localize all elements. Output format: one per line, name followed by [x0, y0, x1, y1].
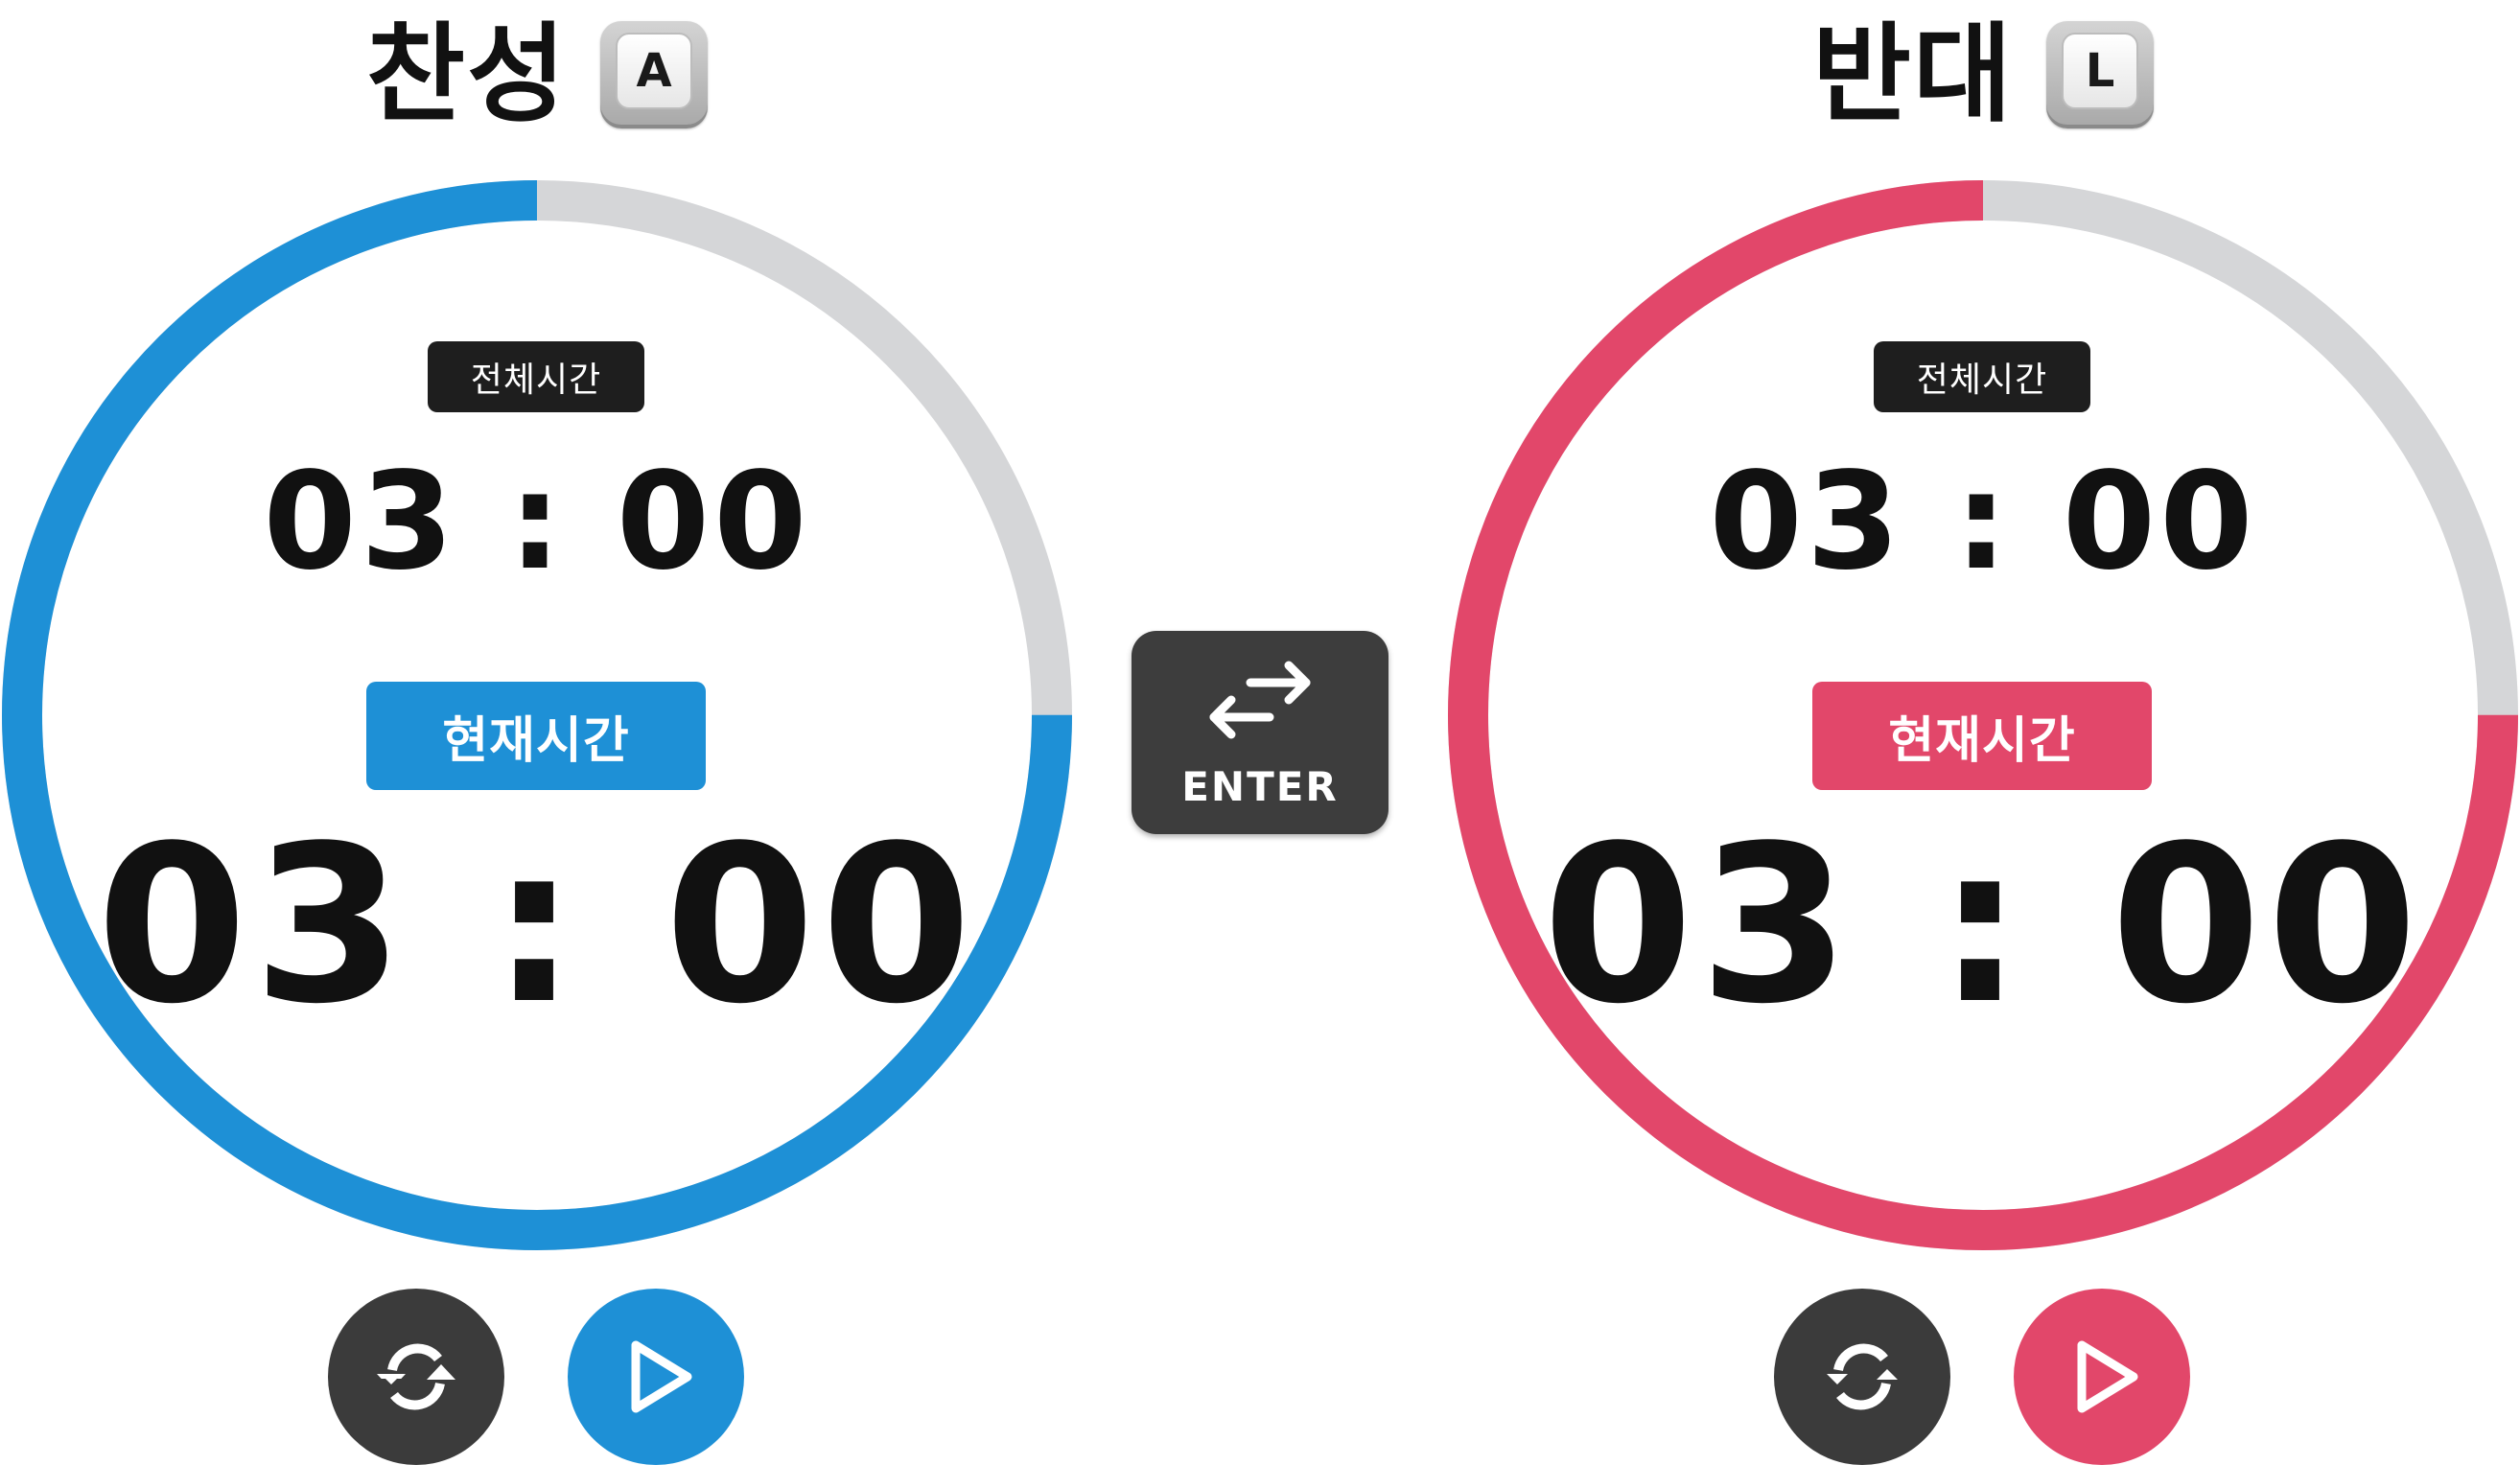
- con-reset-button[interactable]: [1774, 1289, 1950, 1465]
- con-total-time-label: 전체시간: [1874, 341, 2090, 412]
- con-current-time-value: 03 : 00: [1542, 800, 2424, 1052]
- pro-play-button[interactable]: [568, 1289, 744, 1465]
- con-heading: 반대 L: [1446, 8, 2520, 142]
- pro-total-time-label: 전체시간: [428, 341, 644, 412]
- pro-hotkey-label: A: [616, 33, 693, 109]
- con-title: 반대: [1811, 12, 2015, 137]
- play-icon: [631, 1340, 692, 1413]
- pro-current-time-value: 03 : 00: [96, 800, 978, 1052]
- con-play-button[interactable]: [2014, 1289, 2190, 1465]
- con-hotkey-keycap: L: [2046, 21, 2155, 128]
- swap-enter-button[interactable]: ENTER: [1132, 631, 1388, 834]
- pro-current-time-label: 현재시간: [366, 682, 706, 790]
- con-current-time-label: 현재시간: [1812, 682, 2152, 790]
- play-icon: [2077, 1340, 2138, 1413]
- refresh-icon: [1827, 1343, 1898, 1410]
- con-total-time-value: 03 : 00: [1709, 444, 2257, 600]
- pro-heading: 찬성 A: [0, 8, 1074, 142]
- pro-total-time-value: 03 : 00: [263, 444, 811, 600]
- pro-hotkey-keycap: A: [600, 21, 709, 128]
- refresh-icon: [377, 1343, 455, 1410]
- con-hotkey-label: L: [2062, 33, 2139, 109]
- pro-title: 찬성: [365, 12, 569, 137]
- swap-arrows-icon: [1209, 661, 1311, 739]
- con-panel: 반대 L 전체시간 03 : 00 현재시간 03 : 00: [1446, 0, 2520, 1465]
- pro-panel: 찬성 A 전체시간 03 : 00 현재시간 03 : 00: [0, 0, 1074, 1465]
- swap-enter-label: ENTER: [1181, 763, 1339, 810]
- pro-reset-button[interactable]: [328, 1289, 504, 1465]
